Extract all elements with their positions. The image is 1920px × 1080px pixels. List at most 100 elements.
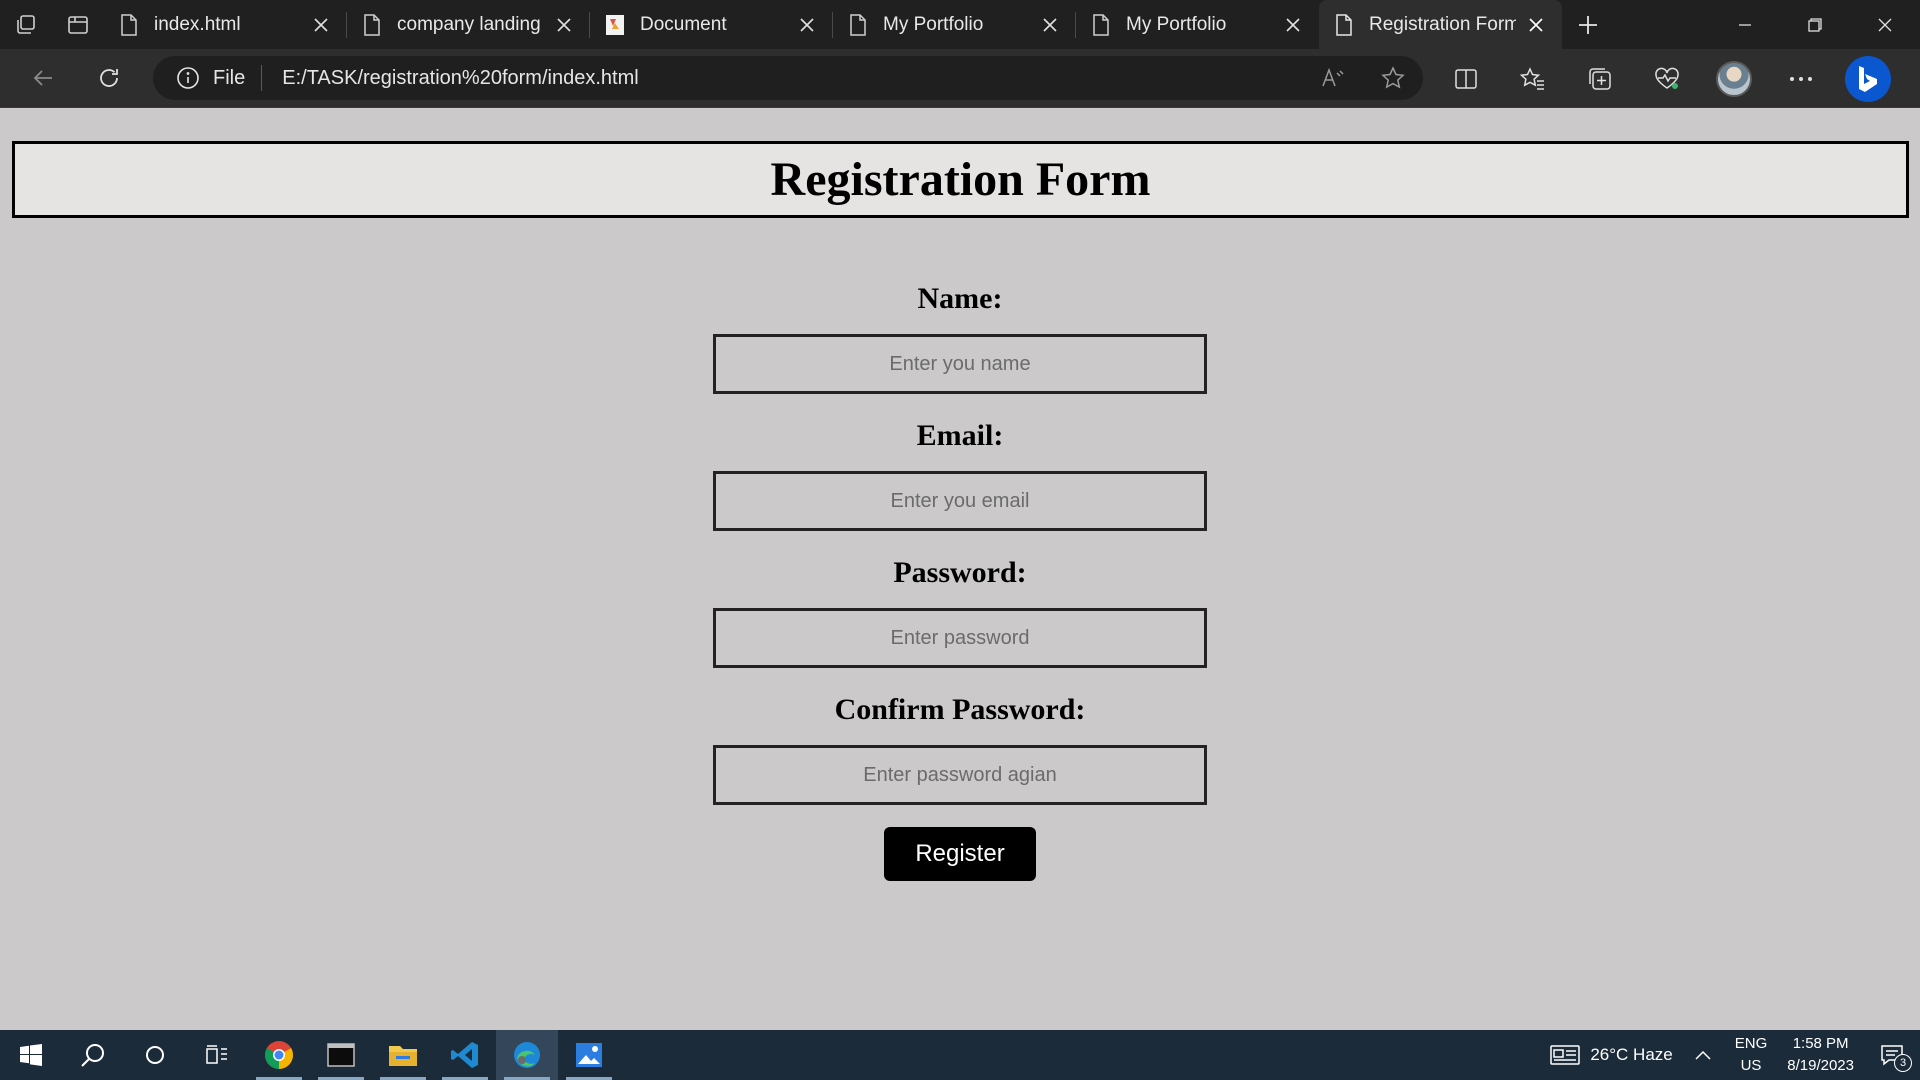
tab-label: My Portfolio: [883, 13, 984, 35]
photos-icon: [576, 1043, 602, 1067]
vscode-icon: [451, 1042, 478, 1068]
close-icon[interactable]: [309, 13, 333, 37]
system-tray: 26°C Haze ENG US 1:58 PM 8/19/2023 3: [1542, 1030, 1920, 1080]
document-favicon-icon: [604, 13, 626, 37]
cortana-circle-icon: [146, 1046, 164, 1064]
close-icon[interactable]: [795, 13, 819, 37]
collections-button[interactable]: [1566, 49, 1633, 108]
clock[interactable]: 1:58 PM 8/19/2023: [1777, 1033, 1864, 1077]
tab-label: Document: [640, 13, 727, 35]
address-bar[interactable]: File E:/TASK/registration%20form/index.h…: [153, 56, 1423, 100]
close-icon[interactable]: [1281, 13, 1305, 37]
collections-icon: [1588, 67, 1611, 90]
page-title: Registration Form: [770, 153, 1151, 206]
page-icon: [118, 13, 140, 37]
confirm-password-label: Confirm Password:: [834, 693, 1086, 726]
favorite-star-icon[interactable]: [1363, 56, 1423, 100]
clock-date: 8/19/2023: [1787, 1057, 1854, 1074]
file-explorer-taskbar-app[interactable]: [372, 1030, 434, 1080]
language-indicator[interactable]: ENG US: [1725, 1033, 1778, 1077]
search-icon: [81, 1044, 104, 1067]
bing-icon: [1844, 55, 1891, 102]
email-input[interactable]: [713, 471, 1207, 531]
edge-taskbar-app[interactable]: [496, 1030, 558, 1080]
password-label: Password:: [893, 556, 1027, 589]
chevron-up-icon: [1695, 1050, 1711, 1060]
register-button[interactable]: Register: [884, 827, 1036, 881]
keyboard-region: US: [1740, 1057, 1762, 1074]
tab-my-portfolio-1[interactable]: My Portfolio: [833, 0, 1076, 49]
confirm-password-input[interactable]: [713, 745, 1207, 805]
tab-my-portfolio-2[interactable]: My Portfolio: [1076, 0, 1319, 49]
cortana-button[interactable]: [124, 1030, 186, 1080]
vscode-taskbar-app[interactable]: [434, 1030, 496, 1080]
toolbar-actions: [1432, 49, 1901, 108]
tab-actions-icon[interactable]: [52, 0, 104, 49]
tab-index-html[interactable]: index.html: [104, 0, 347, 49]
name-label: Name:: [917, 282, 1003, 315]
back-button[interactable]: [10, 49, 76, 108]
close-icon[interactable]: [1038, 13, 1062, 37]
more-icon: [1789, 76, 1812, 81]
info-icon[interactable]: [175, 65, 201, 91]
close-window-button[interactable]: [1850, 0, 1920, 49]
terminal-taskbar-app[interactable]: [310, 1030, 372, 1080]
page-content: Registration Form Name: Email: Password:…: [0, 108, 1920, 1030]
browser-essentials-button[interactable]: [1633, 49, 1700, 108]
page-header: Registration Form: [12, 141, 1909, 218]
new-tab-button[interactable]: [1562, 0, 1614, 49]
heart-pulse-icon: [1654, 67, 1679, 89]
photos-taskbar-app[interactable]: [558, 1030, 620, 1080]
scheme-label: File: [213, 66, 246, 89]
notification-count-badge: 3: [1894, 1054, 1912, 1072]
page-icon: [1090, 13, 1112, 37]
chrome-taskbar-app[interactable]: [248, 1030, 310, 1080]
notifications-button[interactable]: 3: [1864, 1030, 1920, 1080]
workspaces-icon[interactable]: [0, 0, 52, 49]
restore-button[interactable]: [1780, 0, 1850, 49]
registration-form: Name: Email: Password: Confirm Password:…: [0, 278, 1920, 881]
tab-label: Registration Form: [1369, 13, 1516, 35]
email-label: Email:: [916, 419, 1004, 452]
clock-time: 1:58 PM: [1792, 1035, 1849, 1052]
tab-document[interactable]: Document: [590, 0, 833, 49]
page-icon: [361, 13, 383, 37]
plus-icon: [1579, 15, 1597, 34]
weather-text: 26°C Haze: [1590, 1045, 1673, 1064]
address-divider: [261, 65, 263, 91]
window-controls: [1710, 0, 1920, 49]
close-icon[interactable]: [1524, 13, 1548, 37]
profile-button[interactable]: [1700, 49, 1767, 108]
weather-widget[interactable]: 26°C Haze: [1542, 1030, 1680, 1080]
password-input[interactable]: [713, 608, 1207, 668]
bing-copilot-button[interactable]: [1834, 49, 1901, 108]
task-view-button[interactable]: [186, 1030, 248, 1080]
url-text[interactable]: E:/TASK/registration%20form/index.html: [282, 67, 1303, 90]
read-aloud-icon[interactable]: [1303, 56, 1363, 100]
refresh-button[interactable]: [76, 49, 142, 108]
tab-company-landing[interactable]: company landing: [347, 0, 590, 49]
task-view-icon: [206, 1045, 227, 1064]
split-screen-button[interactable]: [1432, 49, 1499, 108]
tab-label: company landing: [397, 13, 541, 35]
chrome-icon: [265, 1041, 293, 1069]
taskbar: 26°C Haze ENG US 1:58 PM 8/19/2023 3: [0, 1030, 1920, 1080]
name-input[interactable]: [713, 334, 1207, 394]
tab-label: index.html: [154, 13, 241, 35]
show-hidden-icons-button[interactable]: [1681, 1030, 1725, 1080]
favorites-button[interactable]: [1499, 49, 1566, 108]
close-icon[interactable]: [552, 13, 576, 37]
windows-logo-icon: [20, 1044, 42, 1066]
back-arrow-icon: [33, 70, 52, 86]
tab-registration-form[interactable]: Registration Form: [1319, 0, 1562, 49]
settings-more-button[interactable]: [1767, 49, 1834, 108]
minimize-button[interactable]: [1710, 0, 1780, 49]
search-button[interactable]: [62, 1030, 124, 1080]
folder-icon: [389, 1046, 417, 1066]
page-icon: [1333, 13, 1355, 37]
terminal-icon: [327, 1043, 355, 1067]
start-button[interactable]: [0, 1030, 62, 1080]
close-icon: [1878, 18, 1892, 31]
refresh-icon: [100, 69, 118, 87]
page-icon: [847, 13, 869, 37]
